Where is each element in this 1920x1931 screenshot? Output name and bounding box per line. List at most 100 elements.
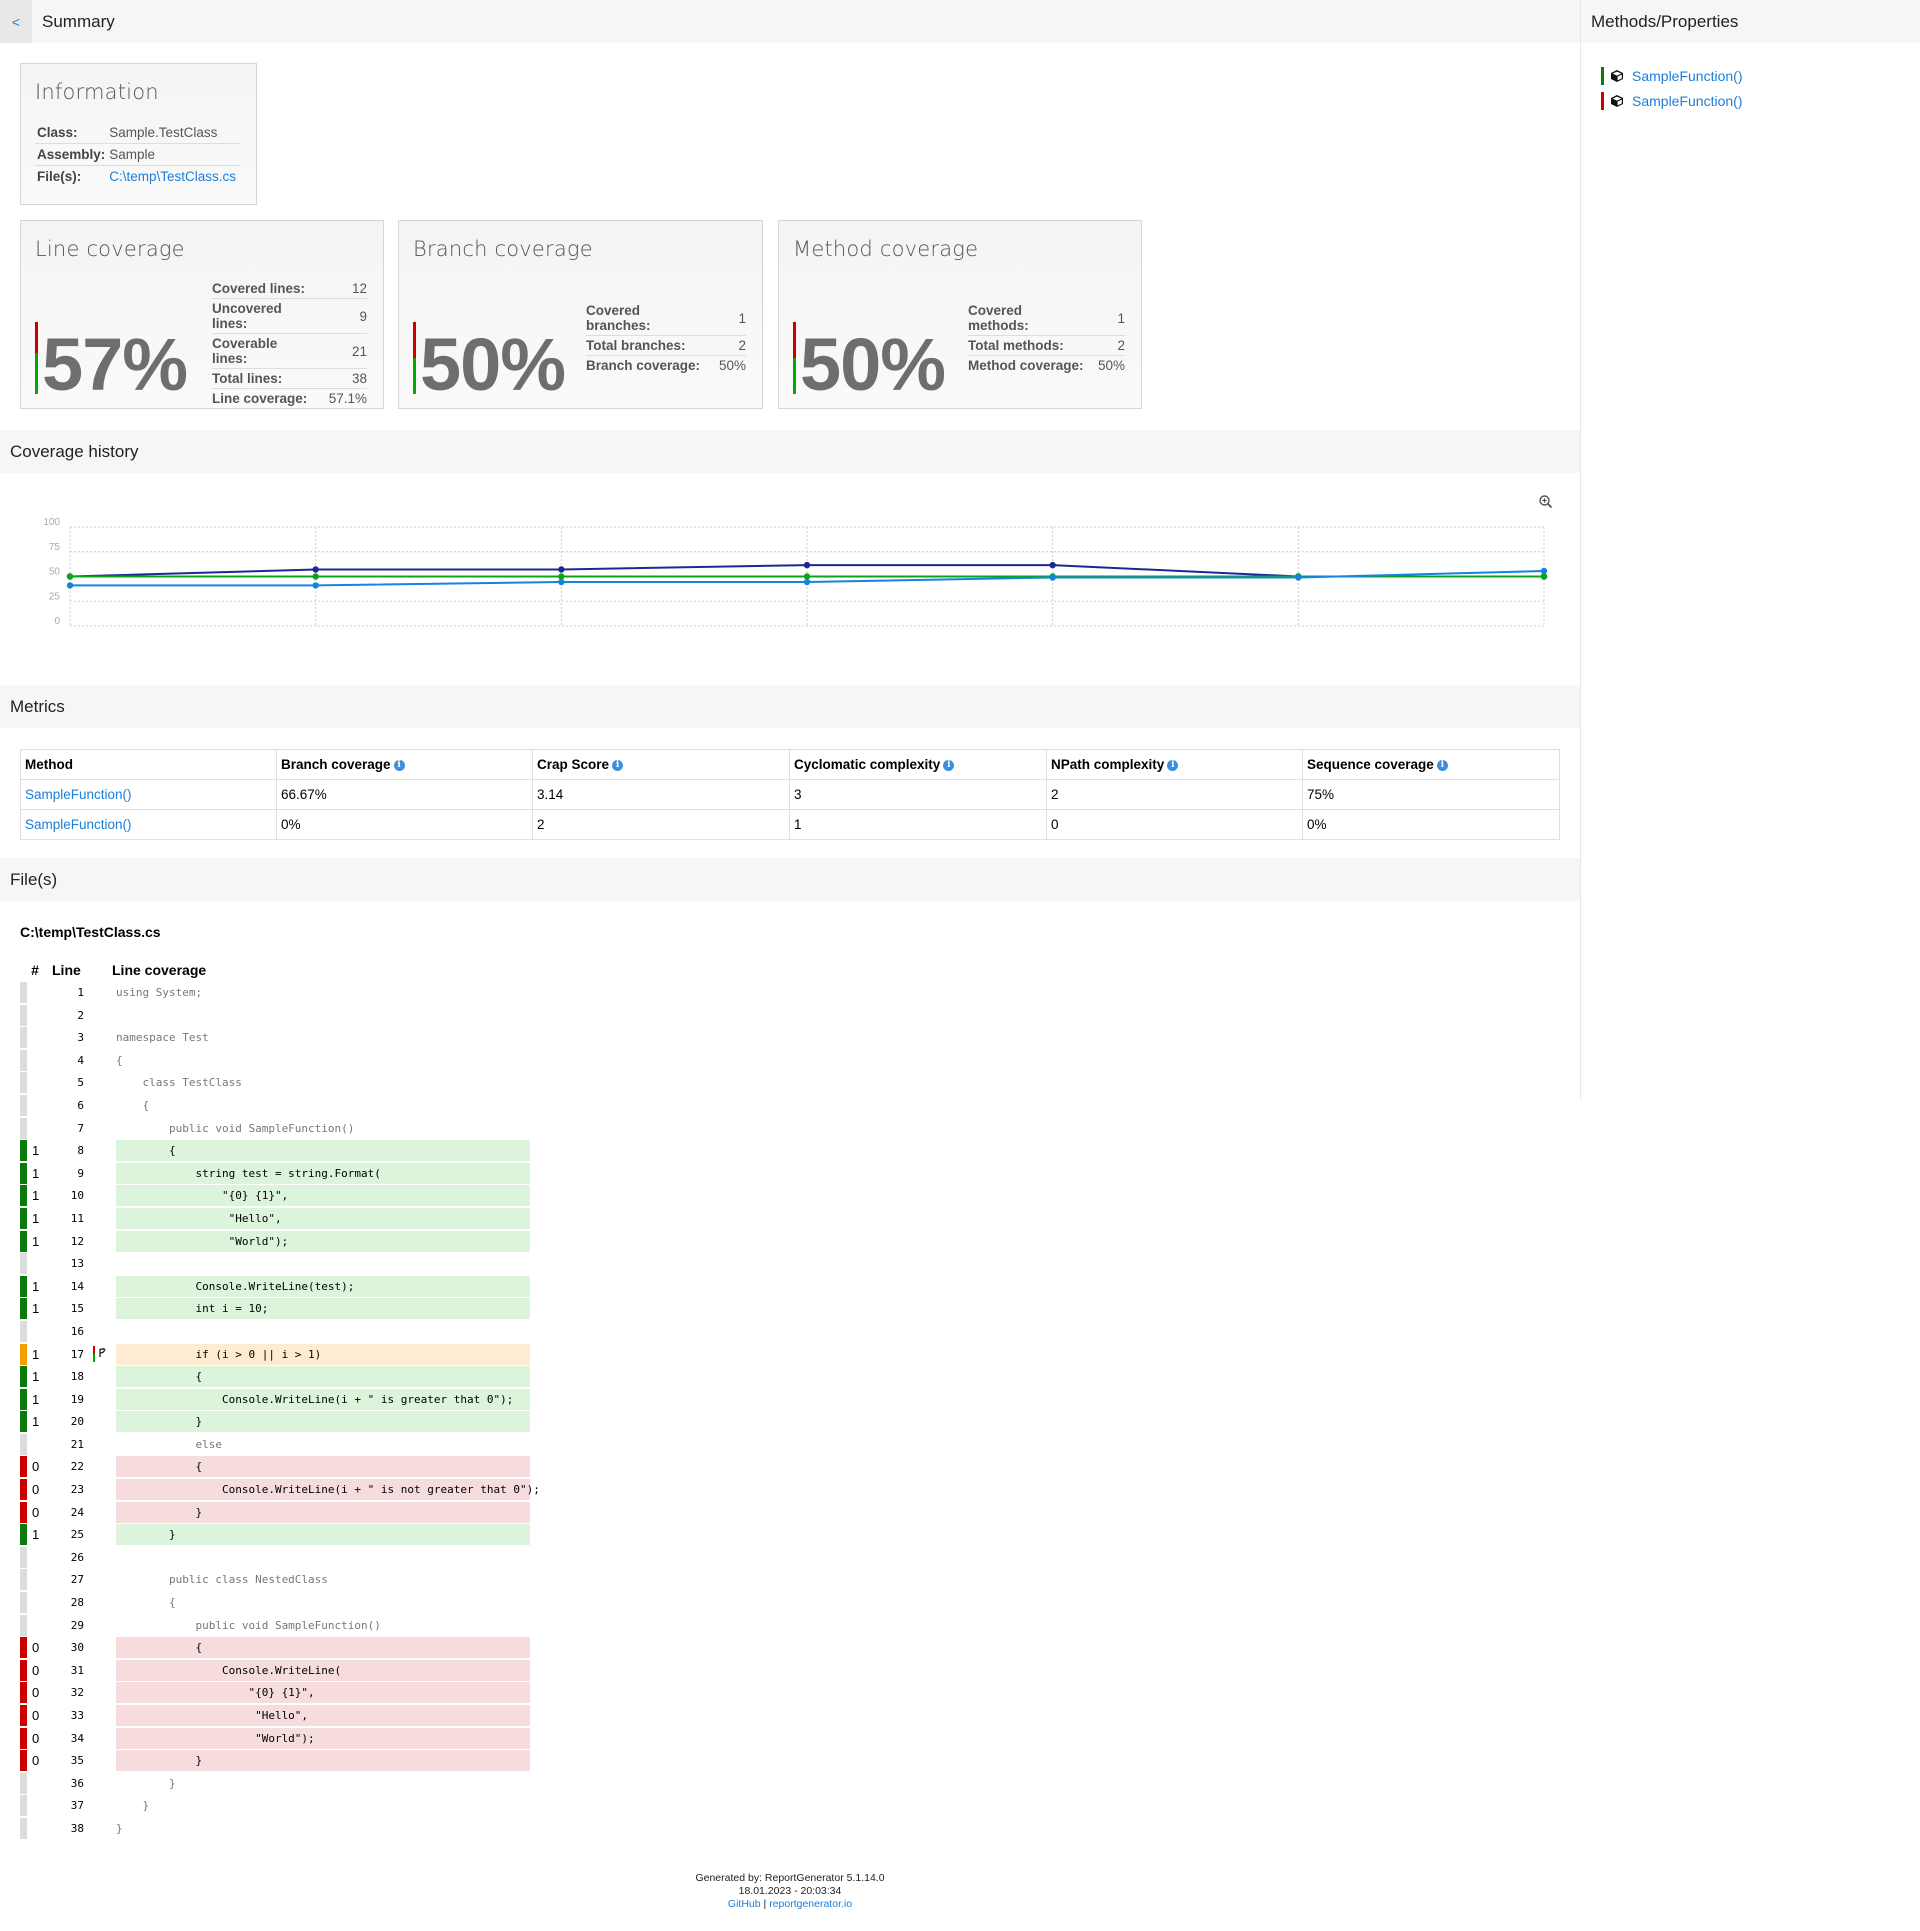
info-icon[interactable]: i bbox=[943, 760, 955, 771]
data-point-line-coverage bbox=[803, 561, 811, 569]
coverage-marker bbox=[20, 1524, 27, 1546]
info-icon[interactable]: i bbox=[1167, 760, 1179, 771]
data-point-method-coverage bbox=[312, 573, 319, 580]
col-label: Branch coverage bbox=[281, 757, 391, 772]
method-item[interactable]: SampleFunction() bbox=[1601, 88, 1920, 113]
col-method[interactable]: Method bbox=[20, 749, 277, 780]
generated-by: Generated by: ReportGenerator 5.1.14.0 bbox=[695, 1872, 885, 1884]
stat-key: Method coverage: bbox=[968, 358, 1084, 373]
cell-sequence: 0% bbox=[1302, 809, 1560, 840]
line-number: 29 bbox=[70, 1618, 84, 1632]
method-link[interactable]: SampleFunction() bbox=[1632, 93, 1743, 109]
code-line: 1 17 if (i > 0 || i > 1) bbox=[20, 1343, 530, 1367]
branch-cell bbox=[92, 1637, 116, 1658]
col-cyclomatic-complexity[interactable]: Cyclomatic complexity i bbox=[789, 749, 1047, 780]
line-number: 37 bbox=[70, 1799, 84, 1813]
source-code: { bbox=[116, 1637, 530, 1659]
stat-row: Coverable lines: 21 bbox=[212, 333, 367, 369]
stat-row: Covered lines: 12 bbox=[212, 279, 367, 299]
coverage-marker bbox=[20, 1795, 27, 1817]
info-icon[interactable]: i bbox=[1436, 760, 1448, 771]
info-icon[interactable]: i bbox=[393, 760, 405, 771]
hit-count: 0 bbox=[32, 1640, 40, 1656]
y-tick-label: 100 bbox=[43, 517, 60, 528]
hit-count bbox=[32, 1434, 52, 1457]
source-code: Console.WriteLine( bbox=[116, 1659, 530, 1681]
stat-row: Method coverage: 50% bbox=[968, 356, 1125, 376]
source-code: "{0} {1}", bbox=[116, 1185, 530, 1207]
coverage-marker bbox=[20, 1207, 27, 1229]
method-link[interactable]: SampleFunction() bbox=[25, 787, 132, 802]
code-line: 1 9 string test = string.Format( bbox=[20, 1162, 530, 1186]
col-crap-score[interactable]: Crap Score i bbox=[532, 749, 790, 780]
method-link[interactable]: SampleFunction() bbox=[25, 817, 132, 832]
coverage-marker bbox=[20, 1750, 27, 1772]
coverage-marker bbox=[20, 1004, 27, 1026]
col-branch-coverage[interactable]: Branch coverage i bbox=[276, 749, 533, 780]
methods-list: SampleFunction() SampleFunction() bbox=[1581, 43, 1920, 113]
branch-cell bbox=[92, 1592, 116, 1613]
coverage-marker bbox=[20, 1772, 27, 1794]
zoom-in-icon[interactable] bbox=[1538, 494, 1554, 510]
col-label: Sequence coverage bbox=[1307, 757, 1434, 772]
code-line: 0 23 Console.WriteLine(i + " is not great… bbox=[20, 1479, 540, 1502]
line-number: 20 bbox=[70, 1415, 84, 1429]
stat-row: Branch coverage: 50% bbox=[586, 356, 746, 376]
line-number: 25 bbox=[70, 1528, 84, 1542]
branch-icon[interactable] bbox=[92, 1345, 112, 1363]
coverage-marker bbox=[20, 1230, 27, 1252]
gauge-covered bbox=[793, 358, 796, 394]
branch-cell bbox=[92, 1389, 116, 1410]
metrics-row: SampleFunction() 0% 2 1 0 0% bbox=[20, 809, 1560, 840]
source-code: { bbox=[116, 1053, 123, 1067]
coverage-summary: 50% bbox=[413, 322, 566, 402]
sidebar-title: Methods/Properties bbox=[1591, 11, 1739, 31]
branch-cell bbox=[92, 1750, 116, 1771]
back-button[interactable]: < bbox=[0, 0, 32, 43]
line-number: 24 bbox=[70, 1505, 84, 1519]
reportgenerator-link[interactable]: reportgenerator.io bbox=[769, 1898, 852, 1910]
source-code: "{0} {1}", bbox=[116, 1682, 530, 1704]
coverage-marker bbox=[20, 1456, 27, 1478]
branch-cell bbox=[92, 1615, 116, 1636]
data-point-line-coverage bbox=[1049, 561, 1056, 569]
branch-cell bbox=[92, 1524, 116, 1545]
source-code: "Hello", bbox=[116, 1207, 530, 1229]
branch-cell bbox=[92, 1547, 116, 1568]
line-number: 6 bbox=[77, 1098, 84, 1112]
coverage-marker bbox=[20, 1094, 27, 1116]
data-point-method-coverage bbox=[1540, 573, 1548, 580]
stat-value: 50% bbox=[1097, 358, 1125, 373]
line-number: 3 bbox=[77, 1031, 84, 1045]
stat-value: 57.1% bbox=[328, 391, 367, 406]
main-content: < Summary Information Class: Sample.TestC… bbox=[0, 0, 1580, 1910]
branch-stats-table: Covered branches: 1 Total branches: 2 Bran… bbox=[586, 301, 746, 375]
hit-count bbox=[32, 1569, 52, 1592]
code-line: 1 15 int i = 10; bbox=[20, 1298, 530, 1321]
hit-count bbox=[32, 1072, 52, 1095]
branch-cell bbox=[92, 1050, 116, 1071]
github-link[interactable]: GitHub bbox=[728, 1898, 761, 1910]
data-point-branch-coverage bbox=[558, 578, 565, 586]
branch-cell bbox=[92, 1321, 116, 1342]
method-link[interactable]: SampleFunction() bbox=[1632, 68, 1743, 84]
info-icon[interactable]: i bbox=[612, 760, 624, 771]
metrics-header: Metrics bbox=[0, 685, 1580, 728]
source-code: Console.WriteLine(test); bbox=[116, 1275, 530, 1297]
source-code: namespace Test bbox=[116, 1031, 209, 1045]
data-point-line-coverage bbox=[558, 566, 565, 573]
branch-cell bbox=[92, 1118, 116, 1139]
source-code: string test = string.Format( bbox=[116, 1162, 530, 1184]
source-code: { bbox=[116, 1596, 176, 1610]
hit-count: 1 bbox=[32, 1188, 40, 1204]
col-sequence-coverage[interactable]: Sequence coverage i bbox=[1302, 749, 1560, 780]
col-npath-complexity[interactable]: NPath complexity i bbox=[1046, 749, 1303, 780]
hit-count bbox=[32, 1818, 52, 1841]
method-item[interactable]: SampleFunction() bbox=[1601, 63, 1920, 88]
stat-key: Uncovered lines: bbox=[212, 298, 329, 334]
info-value: Sample.TestClass bbox=[107, 122, 240, 144]
file-link[interactable]: C:\temp\TestClass.cs bbox=[109, 169, 236, 184]
source-code bbox=[116, 1547, 530, 1568]
code-line: 26 bbox=[20, 1546, 530, 1570]
coverage-summary: 50% bbox=[793, 322, 946, 402]
